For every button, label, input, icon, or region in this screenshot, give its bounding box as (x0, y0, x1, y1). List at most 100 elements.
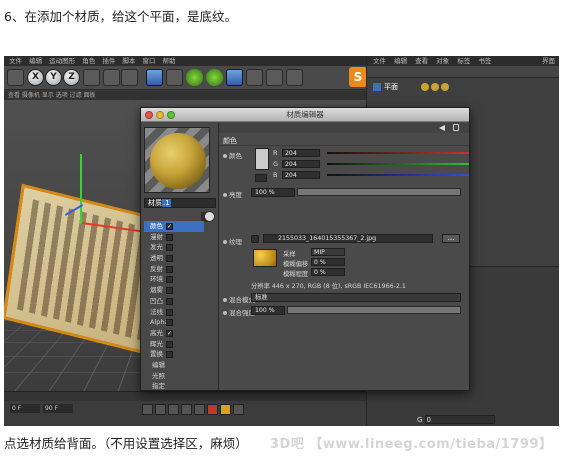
array-icon[interactable] (206, 69, 223, 86)
blur-scale-field[interactable]: 0 % (311, 268, 345, 276)
channel-color[interactable]: 颜色 ✓ (144, 221, 204, 232)
light-icon[interactable] (286, 69, 303, 86)
material-name-field[interactable]: 材质.1 (144, 198, 216, 208)
animate-dot-icon[interactable] (223, 154, 227, 158)
channel-checkbox[interactable] (166, 233, 173, 241)
blend-strength-slider[interactable] (287, 306, 461, 314)
om-menu-tags[interactable]: 标签 (457, 57, 470, 65)
texture-thumbnail[interactable] (253, 249, 277, 267)
spline-icon[interactable] (166, 69, 183, 86)
channel-checkbox[interactable] (166, 340, 173, 348)
green-slider[interactable] (327, 163, 469, 165)
channel-glow[interactable]: 辉光 (144, 339, 204, 350)
keyframe-icon[interactable] (220, 404, 231, 415)
render-picture-viewer-icon[interactable] (121, 69, 138, 86)
blend-mode-select[interactable]: 标准 (251, 293, 461, 302)
motion-icon[interactable] (233, 404, 244, 415)
animate-dot-icon[interactable] (223, 298, 227, 302)
go-start-icon[interactable] (142, 404, 153, 415)
green-value-field[interactable]: 204 (282, 160, 320, 168)
channel-checkbox[interactable] (166, 319, 173, 327)
om-menu-edit[interactable]: 编辑 (394, 57, 407, 65)
channel-checkbox[interactable] (166, 255, 173, 263)
om-menu-file[interactable]: 文件 (373, 57, 386, 65)
z-axis-button[interactable]: Z (63, 69, 80, 86)
layout-label[interactable]: 界面 (542, 56, 555, 66)
pick-material-icon[interactable] (204, 211, 215, 222)
channel-checkbox[interactable]: ✓ (166, 329, 173, 337)
channel-checkbox[interactable] (166, 351, 173, 359)
layout-s-icon[interactable]: S (349, 67, 367, 87)
texture-tag-icon[interactable] (421, 83, 429, 91)
maximize-icon[interactable] (167, 111, 175, 119)
browse-button[interactable]: ... (442, 234, 460, 243)
prev-frame-icon[interactable] (155, 404, 166, 415)
channel-fog[interactable]: 烟雾 (144, 285, 204, 296)
channel-checkbox[interactable] (166, 308, 173, 316)
menu-plugins[interactable]: 插件 (102, 57, 115, 65)
channel-transparency[interactable]: 透明 (144, 253, 204, 264)
go-end-icon[interactable] (194, 404, 205, 415)
channel-environment[interactable]: 环境 (144, 274, 204, 285)
channel-alpha[interactable]: Alpha (144, 317, 204, 328)
menu-character[interactable]: 角色 (82, 57, 95, 65)
minimize-icon[interactable] (156, 111, 164, 119)
om-menu-object[interactable]: 对象 (436, 57, 449, 65)
texture-tag-icon[interactable] (441, 83, 449, 91)
menu-window[interactable]: 窗口 (142, 57, 155, 65)
back-arrow-icon[interactable] (439, 125, 445, 131)
red-value-field[interactable]: 204 (282, 149, 320, 157)
menu-help[interactable]: 帮助 (163, 57, 176, 65)
texture-tag-icon[interactable] (431, 83, 439, 91)
channel-normal[interactable]: 法线 (144, 307, 204, 318)
channel-checkbox[interactable] (166, 297, 173, 305)
channel-diffusion[interactable]: 漫射 (144, 232, 204, 243)
illumination-item[interactable]: 光照 (144, 371, 204, 382)
channel-checkbox[interactable]: ✓ (166, 223, 173, 230)
texture-menu-button[interactable] (251, 235, 259, 243)
end-frame-field[interactable]: 90 F (43, 404, 73, 413)
y-axis-button[interactable]: Y (45, 69, 62, 86)
texture-file-field[interactable]: 2155033_164015355367_2.jpg (263, 234, 433, 243)
menu-script[interactable]: 脚本 (122, 57, 135, 65)
animate-dot-icon[interactable] (223, 240, 227, 244)
channel-checkbox[interactable] (166, 265, 173, 273)
deformer-icon[interactable] (226, 69, 243, 86)
x-axis-button[interactable]: X (27, 69, 44, 86)
coordinate-system-icon[interactable] (83, 69, 100, 86)
menu-edit[interactable]: 编辑 (29, 57, 42, 65)
channel-luminance[interactable]: 发光 (144, 242, 204, 253)
object-row-plane[interactable]: 平面 (373, 82, 449, 92)
animate-dot-icon[interactable] (223, 311, 227, 315)
camera-icon[interactable] (266, 69, 283, 86)
close-icon[interactable] (145, 111, 153, 119)
timeline-ruler[interactable] (4, 392, 366, 401)
color-picker-arrow[interactable] (255, 174, 267, 182)
sampling-select[interactable]: MIP (311, 248, 345, 256)
channel-checkbox[interactable] (166, 244, 173, 252)
animate-dot-icon[interactable] (223, 193, 227, 197)
editor-item[interactable]: 编辑 (144, 360, 204, 371)
blend-strength-field[interactable]: 100 % (251, 306, 285, 315)
blue-value-field[interactable]: 204 (282, 171, 320, 179)
lock-icon[interactable] (453, 124, 459, 131)
brightness-field[interactable]: 100 % (251, 188, 295, 197)
channel-displacement[interactable]: 置换 (144, 349, 204, 360)
channel-bump[interactable]: 凹凸 (144, 296, 204, 307)
channel-reflection[interactable]: 反射 (144, 264, 204, 275)
red-slider[interactable] (327, 152, 469, 154)
menu-mograph[interactable]: 运动图形 (49, 57, 75, 65)
play-icon[interactable] (168, 404, 179, 415)
channel-specular[interactable]: 高光 ✓ (144, 328, 204, 339)
channel-checkbox[interactable] (166, 287, 173, 295)
start-frame-field[interactable]: 0 F (10, 404, 40, 413)
dialog-title-bar[interactable]: 材质编辑器 (141, 108, 469, 122)
y-axis-gizmo[interactable] (80, 154, 82, 224)
viewport-menu[interactable]: 查看 摄像机 显示 选项 过滤 面板 (4, 91, 366, 100)
assign-item[interactable]: 指定 (144, 381, 204, 390)
om-menu-view[interactable]: 查看 (415, 57, 428, 65)
record-icon[interactable] (207, 404, 218, 415)
color-swatch[interactable] (255, 148, 269, 170)
channel-checkbox[interactable] (166, 276, 173, 284)
next-frame-icon[interactable] (181, 404, 192, 415)
